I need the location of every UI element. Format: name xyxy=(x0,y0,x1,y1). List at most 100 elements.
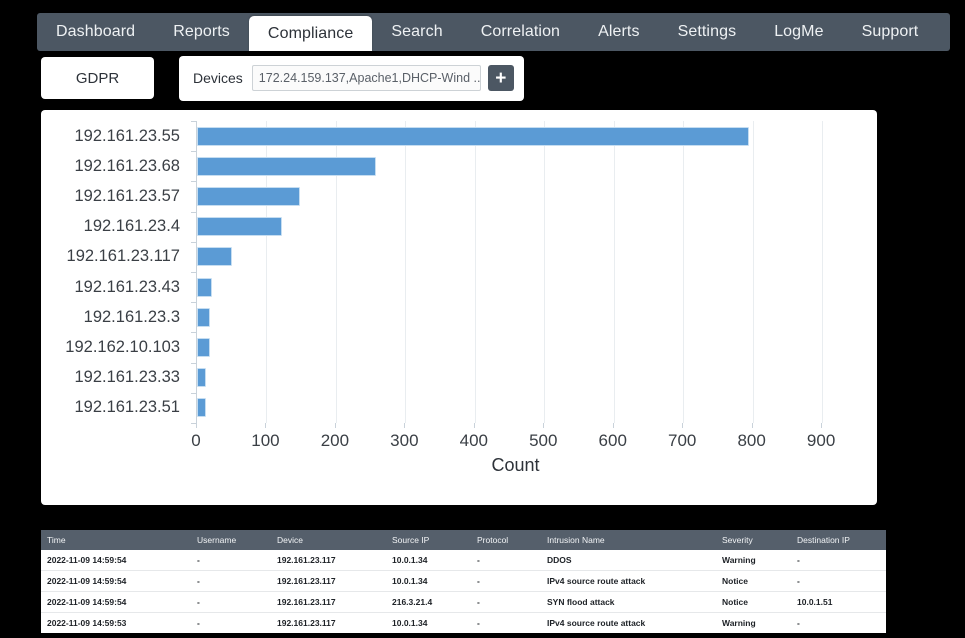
x-tick-mark xyxy=(196,423,197,428)
cell-username: - xyxy=(191,591,271,613)
x-tick-mark xyxy=(473,423,475,428)
x-axis-tick-label: 0 xyxy=(191,431,201,450)
bar[interactable] xyxy=(197,398,207,418)
bar-row[interactable] xyxy=(197,151,836,181)
y-axis-tick-label: 192.161.23.4 xyxy=(83,217,180,236)
bar-series xyxy=(197,121,836,423)
nav-item-settings[interactable]: Settings xyxy=(659,13,756,51)
nav-item-dashboard[interactable]: Dashboard xyxy=(37,13,154,51)
cell-time: 2022-11-09 14:59:54 xyxy=(41,550,191,571)
cell-intrusion-name: IPv4 source route attack xyxy=(547,618,646,628)
column-header[interactable]: Severity xyxy=(716,530,791,550)
bar[interactable] xyxy=(197,217,282,237)
nav-item-label: Alerts xyxy=(598,23,640,40)
x-axis-tick-label: 700 xyxy=(668,431,697,450)
y-axis-tick-label: 192.161.23.3 xyxy=(83,307,180,326)
column-header[interactable]: Protocol xyxy=(471,530,541,550)
y-axis-tick-label: 192.161.23.57 xyxy=(74,187,180,205)
bar[interactable] xyxy=(197,338,210,358)
devices-selector-group: Devices 172.24.159.137,Apache1,DHCP-Wind… xyxy=(179,55,524,101)
x-axis-title: Count xyxy=(491,455,540,475)
x-tick-mark xyxy=(751,423,753,428)
devices-input-value: 172.24.159.137,Apache1,DHCP-Wind ... xyxy=(258,71,481,85)
bar[interactable] xyxy=(197,187,300,206)
y-axis-labels: 192.161.23.55 192.161.23.68 192.161.23.57 1… xyxy=(41,121,189,423)
nav-item-support[interactable]: Support xyxy=(843,13,938,51)
devices-input[interactable]: 172.24.159.137,Apache1,DHCP-Wind ... xyxy=(251,65,481,91)
cell-intrusion-name: SYN flood attack xyxy=(541,591,716,613)
add-device-button[interactable]: + xyxy=(487,65,514,91)
cell-severity: Warning xyxy=(722,618,756,628)
nav-item-compliance[interactable]: Compliance xyxy=(248,16,373,51)
cell-protocol: - xyxy=(471,570,541,592)
bar[interactable] xyxy=(197,156,377,176)
cell-source-ip: 10.0.1.34 xyxy=(386,570,471,592)
y-axis-tick-label: 192.161.23.43 xyxy=(74,277,180,296)
table-body: 2022-11-09 14:59:54-192.161.23.117 10.0.1… xyxy=(41,550,886,633)
bar[interactable] xyxy=(197,126,750,146)
bar[interactable] xyxy=(197,247,232,267)
chart-panel: 192.161.23.55 192.161.23.68 192.161.23.57 1… xyxy=(41,110,877,505)
x-tick-mark xyxy=(334,423,336,428)
bar-row[interactable] xyxy=(197,272,836,302)
nav-item-label: Compliance xyxy=(267,24,354,42)
y-axis-tick-label: 192.161.23.55 xyxy=(74,126,180,145)
cell-protocol: - xyxy=(471,591,541,613)
y-axis-tick-label: 192.161.23.51 xyxy=(74,398,180,417)
cell-severity: Notice xyxy=(716,591,791,613)
column-header[interactable]: Time xyxy=(41,530,191,550)
x-axis-tick-label: 800 xyxy=(737,431,766,450)
nav-item-logme[interactable]: LogMe xyxy=(755,13,842,51)
table-row[interactable]: 2022-11-09 14:59:54-192.161.23.117 10.0.1… xyxy=(41,570,886,592)
bar-row[interactable] xyxy=(197,212,836,242)
table-row[interactable]: 2022-11-09 14:59:54-192.161.23.117 10.0.1… xyxy=(41,550,886,571)
x-axis-tick-label: 500 xyxy=(529,431,558,450)
column-header[interactable]: Source IP xyxy=(386,530,471,550)
nav-item-label: Reports xyxy=(173,23,230,40)
cell-source-ip: 10.0.1.34 xyxy=(392,618,428,628)
cell-protocol: - xyxy=(471,550,541,571)
x-axis-tick-label: 300 xyxy=(390,431,419,450)
nav-item-search[interactable]: Search xyxy=(372,13,461,51)
table-row[interactable]: 2022-11-09 14:59:53 - 192.161.23.117 10.0.1… xyxy=(41,613,886,634)
x-tick-mark xyxy=(265,423,267,428)
bar-row[interactable] xyxy=(197,332,836,362)
bar-row[interactable] xyxy=(197,181,836,211)
cell-intrusion-name: IPv4 source route attack xyxy=(541,570,716,592)
table-row[interactable]: 2022-11-09 14:59:54-192.161.23.117 216.3.… xyxy=(41,591,886,613)
nav-item-correlation[interactable]: Correlation xyxy=(462,13,579,51)
cell-device: 192.161.23.117 xyxy=(271,550,386,571)
bar-chart: 192.161.23.55 192.161.23.68 192.161.23.57 1… xyxy=(41,110,877,505)
main-navigation: Dashboard Reports Compliance Search Correlat… xyxy=(37,13,950,51)
bar-row[interactable] xyxy=(197,363,836,393)
cell-intrusion-name: DDOS xyxy=(541,550,716,571)
bar-row[interactable] xyxy=(197,121,836,151)
y-axis-tick-label: 192.161.23.68 xyxy=(74,156,180,175)
bar-row[interactable] xyxy=(197,302,836,332)
column-header[interactable]: Intrusion Name xyxy=(541,530,716,550)
nav-item-alerts[interactable]: Alerts xyxy=(579,13,659,51)
x-tick-mark xyxy=(682,423,684,428)
x-axis-tick-label: 900 xyxy=(806,431,836,450)
bar-row[interactable] xyxy=(197,393,836,423)
column-header[interactable]: Username xyxy=(191,530,271,550)
nav-item-label: Support xyxy=(861,23,919,40)
cell-destination-ip: 10.0.1.51 xyxy=(791,591,886,613)
cell-destination-ip: - xyxy=(797,618,800,628)
bar[interactable] xyxy=(197,368,207,388)
gdpr-tab[interactable]: GDPR xyxy=(41,57,154,99)
x-axis-tick-label: 400 xyxy=(459,431,488,450)
column-header[interactable]: Destination IP xyxy=(791,530,886,550)
log-table-panel: Time Username Device Source IP Protocol Intru… xyxy=(41,530,886,633)
bar[interactable] xyxy=(197,307,210,327)
x-axis-tick-label: 200 xyxy=(320,431,350,450)
column-header[interactable]: Device xyxy=(271,530,386,550)
nav-item-label: Search xyxy=(391,23,443,40)
bar[interactable] xyxy=(197,277,213,297)
bar-row[interactable] xyxy=(197,242,836,272)
cell-destination-ip: - xyxy=(791,570,886,592)
x-tick-mark xyxy=(404,423,406,428)
cell-username: - xyxy=(191,550,271,571)
nav-item-reports[interactable]: Reports xyxy=(154,13,249,51)
nav-item-label: LogMe xyxy=(774,23,824,40)
